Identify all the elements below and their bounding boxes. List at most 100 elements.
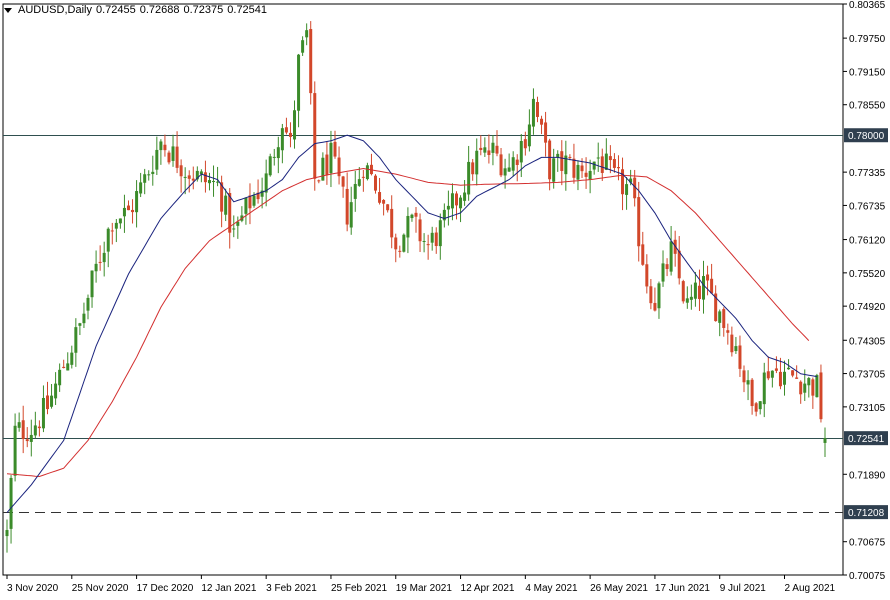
candle-body: [353, 183, 357, 199]
candle-body: [82, 313, 86, 324]
candle-body: [475, 150, 479, 175]
candle-body: [175, 146, 179, 168]
candle-body: [592, 161, 596, 170]
candle-body: [754, 403, 758, 412]
candle-body: [548, 140, 552, 180]
candle-body: [13, 425, 17, 476]
candle-body: [742, 370, 746, 383]
candle-body: [665, 264, 669, 270]
candle-body: [637, 197, 641, 247]
x-tick-label: 2 Aug 2021: [785, 583, 836, 594]
candle-body: [252, 195, 256, 206]
candle-body: [697, 285, 701, 300]
candle-body: [722, 309, 726, 328]
candle-body: [495, 145, 499, 154]
candle-body: [649, 286, 653, 304]
x-tick-label: 3 Nov 2020: [7, 583, 59, 594]
y-tick-label: 0.70675: [849, 538, 886, 549]
candle-body: [224, 195, 228, 215]
candle-body: [762, 372, 766, 405]
candle-body: [78, 323, 82, 326]
candle-body: [487, 150, 491, 156]
candle-body: [317, 180, 321, 182]
candle-body: [309, 29, 313, 94]
candle-body: [126, 205, 130, 211]
candle-body: [499, 154, 503, 176]
y-tick-label: 0.76735: [849, 201, 886, 212]
chart-window[interactable]: 0.80365 0.79750 0.79150 0.78550 0.77335 0.767…: [0, 0, 890, 600]
candle-body: [187, 175, 191, 179]
candle-body: [661, 263, 665, 282]
candle-body: [321, 157, 325, 181]
x-tick-label: 26 May 2021: [590, 583, 648, 594]
candle-body: [685, 298, 689, 303]
candle-body: [17, 422, 21, 428]
candle-body: [114, 222, 118, 229]
candle-body: [608, 156, 612, 161]
candle-body: [657, 283, 661, 309]
plot-frame: [2, 3, 844, 576]
candle-body: [467, 161, 471, 195]
candle-body: [523, 139, 527, 149]
candle-body: [118, 218, 122, 224]
candle-body: [183, 176, 187, 178]
candle-body: [531, 98, 535, 127]
candle-body: [479, 147, 483, 150]
x-tick-label: 3 Feb 2021: [266, 583, 317, 594]
candle-body: [297, 54, 301, 111]
x-tick-label: 17 Jun 2021: [655, 583, 710, 594]
candle-body: [313, 93, 317, 179]
x-tick-label: 4 May 2021: [525, 583, 578, 594]
candle-body: [70, 352, 74, 365]
close-value: 0.72541: [227, 4, 268, 16]
candle-body: [774, 368, 778, 371]
candle-body: [568, 156, 572, 158]
candle-body: [710, 278, 714, 294]
y-tick-label: 0.77335: [849, 168, 886, 179]
candle-body: [207, 180, 211, 184]
candle-body: [645, 264, 649, 287]
candle-body: [341, 176, 345, 187]
ma-fast-line: [6, 134, 817, 513]
candle-body: [791, 370, 795, 376]
low-value: 0.72375: [183, 4, 224, 16]
candle-body: [693, 282, 697, 299]
candle-body: [726, 330, 730, 333]
candle-body: [770, 370, 774, 378]
candle-body: [163, 144, 167, 151]
y-tick-label: 0.74920: [849, 302, 886, 313]
x-tick-label: 9 Jul 2021: [720, 583, 767, 594]
candle-body: [596, 157, 600, 159]
candle-body: [491, 142, 495, 153]
candle-body: [333, 141, 337, 157]
candle-body: [45, 395, 49, 410]
candle-body: [305, 30, 309, 38]
candle-body: [248, 195, 252, 209]
candle-body: [143, 174, 147, 183]
price-label-text: 0.78000: [848, 131, 885, 142]
candle-body: [616, 167, 620, 169]
candle-body: [580, 165, 584, 172]
candle-body: [463, 192, 467, 201]
candle-body: [471, 162, 475, 175]
price-label-text: 0.71208: [848, 508, 885, 519]
candle-body: [21, 420, 25, 440]
candle-body: [50, 395, 54, 407]
candle-body: [677, 250, 681, 279]
candle-body: [560, 151, 564, 171]
candle-body: [406, 215, 410, 238]
candle-body: [612, 159, 616, 168]
candle-body: [515, 159, 519, 165]
price-chart[interactable]: 0.80365 0.79750 0.79150 0.78550 0.77335 0.767…: [0, 0, 890, 600]
dropdown-arrow-icon[interactable]: [4, 7, 12, 13]
candle-body: [544, 122, 548, 143]
candle-body: [232, 228, 236, 230]
candle-body: [66, 363, 70, 371]
y-tick-label: 0.76120: [849, 236, 886, 247]
candle-body: [394, 237, 398, 250]
candle-body: [535, 102, 539, 117]
candle-body: [122, 207, 126, 217]
candle-body: [519, 140, 523, 163]
candle-body: [102, 252, 106, 263]
candle-body: [74, 327, 78, 353]
